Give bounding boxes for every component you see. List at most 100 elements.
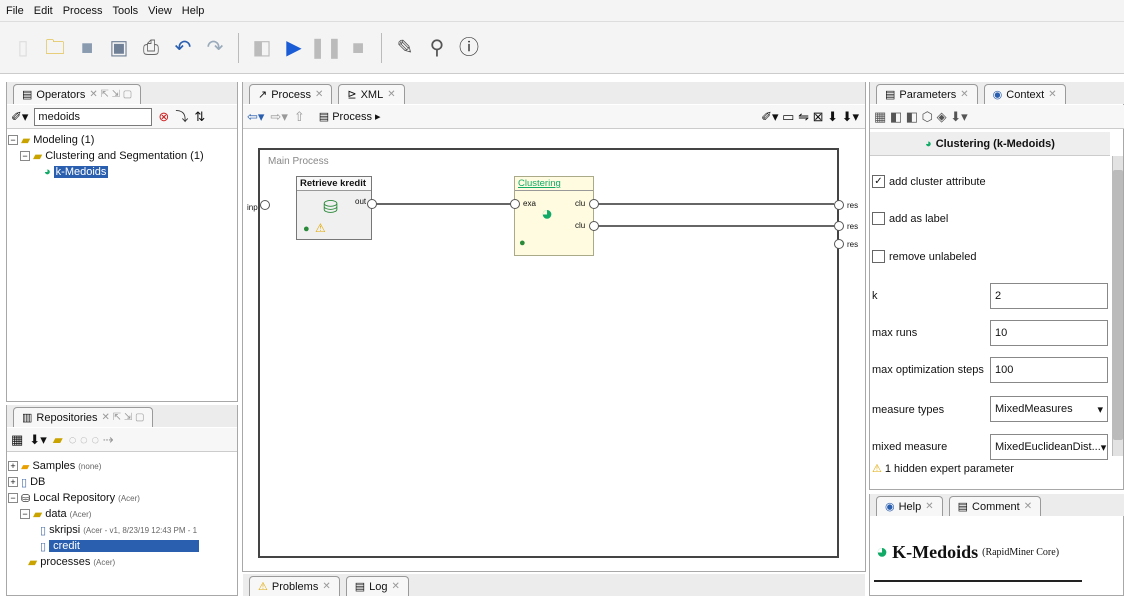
add-cluster-attribute-row[interactable]: ✓ add cluster attribute — [872, 175, 986, 188]
tab-log[interactable]: ▤ Log ✕ — [345, 576, 409, 596]
tab-xml[interactable]: ⊵ XML ✕ — [338, 84, 405, 104]
clear-search-icon[interactable]: ⊗ — [158, 110, 169, 123]
info-icon[interactable]: ⓘ — [456, 35, 482, 61]
res-port-1[interactable] — [834, 200, 844, 210]
repo-item-db[interactable]: + ▯ DB — [8, 474, 199, 490]
repo-item-processes[interactable]: ▰ processes (Acer) — [8, 554, 199, 570]
xml-tab-icon: ⊵ — [347, 89, 357, 101]
clu-port-2[interactable] — [589, 221, 599, 231]
res-port-3[interactable] — [834, 239, 844, 249]
add-cluster-attribute-checkbox[interactable]: ✓ — [872, 175, 885, 188]
undo-icon[interactable]: ↶ — [170, 35, 196, 61]
max-runs-input[interactable]: 10 — [990, 320, 1108, 346]
tree-item-modeling[interactable]: − ▰ Modeling (1) — [8, 132, 204, 148]
breadcrumb[interactable]: ▤ Process ▸ — [319, 110, 381, 123]
repo-item-samples[interactable]: + ▰ Samples (none) — [8, 458, 199, 474]
menu-file[interactable]: File — [6, 5, 24, 17]
menu-help[interactable]: Help — [182, 5, 205, 17]
tree-item-kmedoids[interactable]: ◕ k-Medoids — [8, 164, 204, 180]
open-folder-icon[interactable]: 🗀 — [42, 35, 68, 61]
menu-tools[interactable]: Tools — [112, 5, 138, 17]
close-icon[interactable]: ✕ ⇱ ⇲ ▢ — [89, 89, 132, 100]
tab-context[interactable]: ◉ Context ✕ — [983, 84, 1066, 104]
operator-new-icon[interactable]: ✐▾ — [11, 110, 28, 123]
param-tools-icon[interactable]: ▦ ◧ ◧ ⬡ ◈ ⬇▾ — [874, 110, 968, 123]
inp-port[interactable] — [260, 200, 270, 210]
inp-port-label: inp — [247, 203, 258, 212]
repo-item-data[interactable]: − ▰ data (Acer) — [8, 506, 199, 522]
clustering-icon: ◕ — [876, 541, 889, 563]
run-icon[interactable]: ▶ — [281, 35, 307, 61]
refresh-icon[interactable]: ◌ ◌ ◌ ⇢ — [69, 433, 114, 446]
expert-icon[interactable]: ⚲ — [424, 35, 450, 61]
add-as-label-checkbox[interactable] — [872, 212, 885, 225]
menu-view[interactable]: View — [148, 5, 172, 17]
tab-help[interactable]: ◉ Help ✕ — [876, 496, 943, 516]
kmedoids-icon: ◕ — [44, 166, 51, 178]
sort-icon[interactable]: ⇅ — [194, 110, 205, 123]
close-icon[interactable]: ✕ ⇱ ⇲ ▢ — [102, 412, 145, 423]
up-arrow-icon[interactable]: ⇧ — [294, 110, 305, 123]
tab-comment[interactable]: ▤ Comment ✕ — [948, 496, 1042, 516]
clu-port-1[interactable] — [589, 199, 599, 209]
add-repository-icon[interactable]: ▦ — [11, 433, 23, 446]
k-input[interactable]: 2 — [990, 283, 1108, 309]
comment-icon: ▤ — [957, 501, 969, 513]
dropdown-icon: ▾ — [1100, 441, 1107, 454]
new-file-icon[interactable]: ▯ — [10, 35, 36, 61]
clustering-operator[interactable]: Clustering exa clu clu ◕ ● — [510, 176, 599, 256]
process-tools-icon[interactable]: ✐▾ ▭ ⇋ ⊠ ⬇ ⬇▾ — [761, 110, 859, 123]
k-label: k — [872, 290, 878, 302]
filter-icon[interactable]: ⤵ — [175, 110, 188, 123]
tab-operators[interactable]: ▤ Operators ✕ ⇱ ⇲ ▢ — [13, 84, 142, 104]
mixed-measure-select[interactable]: MixedEuclideanDist... ▾ — [990, 434, 1108, 460]
repo-item-skripsi[interactable]: ▯ skripsi (Acer - v1, 8/23/19 12:43 PM - 1 — [8, 522, 199, 538]
repository-tab-icon: ▥ — [22, 412, 33, 424]
warning-icon: ⚠ — [258, 581, 268, 593]
save-as-icon[interactable]: ▣ — [106, 35, 132, 61]
remove-unlabeled-checkbox[interactable] — [872, 250, 885, 263]
folder-icon[interactable]: ▰ — [53, 433, 63, 446]
repo-item-local[interactable]: − ⛁ Local Repository (Acer) — [8, 490, 199, 506]
tab-problems[interactable]: ⚠ Problems ✕ — [249, 576, 340, 596]
clustering-operator-title: Clustering — [515, 177, 593, 191]
search-input[interactable]: medoids — [34, 107, 153, 126]
params-scrollbar[interactable] — [1112, 156, 1123, 456]
back-arrow-icon[interactable]: ⇦▾ — [247, 110, 264, 123]
tree-item-clustering[interactable]: − ▰ Clustering and Segmentation (1) — [8, 148, 204, 164]
max-runs-label: max runs — [872, 327, 918, 339]
res-port-2[interactable] — [834, 221, 844, 231]
add-as-label-row[interactable]: add as label — [872, 212, 948, 225]
validate-icon[interactable]: ✎ — [392, 35, 418, 61]
out-port[interactable] — [367, 199, 377, 209]
menu-process[interactable]: Process — [63, 5, 103, 17]
operators-tab-icon: ▤ — [22, 89, 33, 101]
mixed-measure-label: mixed measure — [872, 441, 948, 453]
print-icon[interactable]: ⎙ — [138, 35, 164, 61]
save-icon[interactable]: ■ — [74, 35, 100, 61]
retrieve-operator-title: Retrieve kredit — [297, 177, 371, 191]
store-icon[interactable]: ⬇▾ — [29, 433, 46, 446]
menu-bar: File Edit Process Tools View Help — [0, 0, 1124, 22]
operator-tree: − ▰ Modeling (1) − ▰ Clustering and Segmenta… — [8, 132, 204, 180]
exa-port[interactable] — [510, 199, 520, 209]
hidden-expert-parameter[interactable]: ⚠ 1 hidden expert parameter — [872, 462, 1014, 476]
max-optimization-steps-input[interactable]: 100 — [990, 357, 1108, 383]
repository-tree: + ▰ Samples (none) + ▯ DB − ⛁ Local Repository(… — [8, 458, 200, 570]
status-ok-icon: ● — [303, 223, 310, 235]
parameters-tab-icon: ▤ — [885, 89, 896, 101]
tab-process[interactable]: ↗ Process ✕ — [249, 84, 333, 104]
redo-icon[interactable]: ↷ — [202, 35, 228, 61]
repo-item-credit[interactable]: ▯ credit — [8, 538, 200, 554]
pause-icon[interactable]: ❚❚ — [309, 35, 343, 61]
retrieve-operator[interactable]: Retrieve kredit ⛁ ● ⚠ out — [296, 176, 377, 240]
step-icon[interactable]: ◧ — [249, 35, 275, 61]
remove-unlabeled-row[interactable]: remove unlabeled — [872, 250, 976, 263]
stop-icon[interactable]: ■ — [345, 35, 371, 61]
tab-repositories[interactable]: ▥ Repositories ✕ ⇱ ⇲ ▢ — [13, 407, 154, 427]
log-icon: ▤ — [354, 581, 366, 593]
measure-types-select[interactable]: MixedMeasures ▾ — [990, 396, 1108, 422]
forward-arrow-icon[interactable]: ⇨▾ — [270, 110, 287, 123]
menu-edit[interactable]: Edit — [34, 5, 53, 17]
tab-parameters[interactable]: ▤ Parameters ✕ — [876, 84, 978, 104]
